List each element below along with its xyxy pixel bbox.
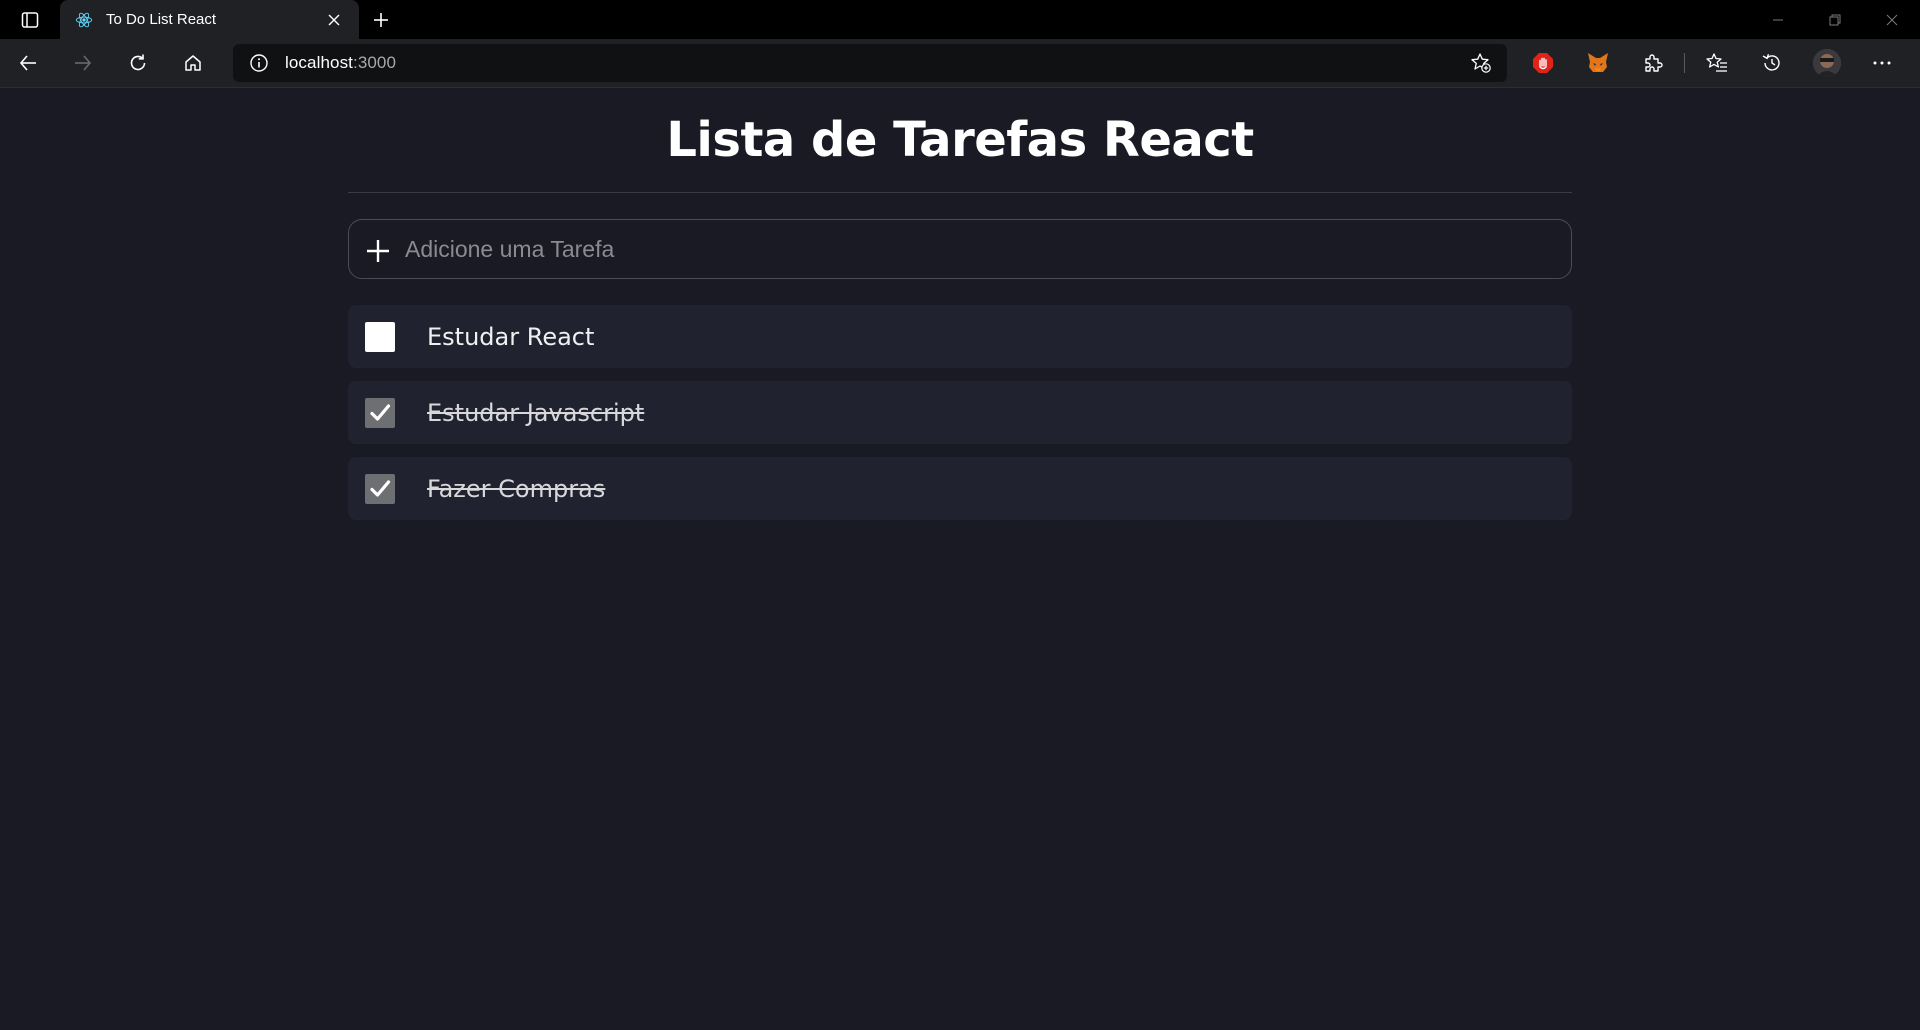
task-label[interactable]: Fazer Compras <box>427 475 605 503</box>
url-host: localhost <box>285 53 353 72</box>
more-button[interactable] <box>1854 39 1909 88</box>
close-icon <box>328 14 340 25</box>
close-window-button[interactable] <box>1863 0 1920 39</box>
metamask-extension-button[interactable] <box>1570 39 1625 88</box>
url-text[interactable]: localhost:3000 <box>285 53 1467 73</box>
browser-tab[interactable]: To Do List React <box>60 0 359 39</box>
close-icon <box>1886 14 1897 25</box>
restore-icon <box>1829 14 1840 25</box>
task-label[interactable]: Estudar Javascript <box>427 399 644 427</box>
favorites-button[interactable] <box>1689 39 1744 88</box>
history-button[interactable] <box>1744 39 1799 88</box>
minimize-button[interactable] <box>1749 0 1806 39</box>
home-button[interactable] <box>165 39 220 88</box>
checkmark-icon <box>370 479 391 497</box>
restore-button[interactable] <box>1806 0 1863 39</box>
browser-toolbar: localhost:3000 <box>0 39 1920 88</box>
task-item: Estudar Javascript <box>348 381 1572 444</box>
stop-extension-button[interactable] <box>1515 39 1570 88</box>
task-list: Estudar React Estudar Javascript Fazer C… <box>348 305 1572 520</box>
react-icon <box>74 10 94 30</box>
tab-actions-button[interactable] <box>0 0 60 39</box>
task-item: Estudar React <box>348 305 1572 368</box>
history-icon <box>1762 54 1780 71</box>
fox-icon <box>1587 53 1608 72</box>
task-checkbox[interactable] <box>365 473 395 504</box>
puzzle-icon <box>1644 54 1663 72</box>
info-icon[interactable] <box>247 51 271 75</box>
arrow-left-icon <box>19 55 36 71</box>
task-label[interactable]: Estudar React <box>427 323 594 351</box>
avatar <box>1812 49 1841 77</box>
profile-button[interactable] <box>1799 39 1854 88</box>
page-content: Lista de Tarefas React Estudar React <box>0 89 1920 1030</box>
tab-close-button[interactable] <box>323 9 345 31</box>
page-title: Lista de Tarefas React <box>666 112 1254 168</box>
browser-titlebar: To Do List React <box>0 0 1920 39</box>
minimize-icon <box>1772 19 1783 20</box>
more-icon <box>1873 61 1890 65</box>
add-task-input[interactable] <box>405 221 1571 277</box>
window-controls <box>1749 0 1920 39</box>
extensions-area <box>1515 39 1909 88</box>
favorites-icon <box>1705 53 1727 72</box>
new-tab-button[interactable] <box>359 0 403 39</box>
stop-hand-icon <box>1532 53 1553 73</box>
url-port: :3000 <box>353 53 397 72</box>
home-icon <box>184 55 201 71</box>
address-bar[interactable]: localhost:3000 <box>233 44 1507 82</box>
forward-button[interactable] <box>55 39 110 88</box>
checkmark-icon <box>370 403 391 421</box>
todo-container: Lista de Tarefas React Estudar React <box>348 89 1572 533</box>
reload-icon <box>130 54 145 71</box>
back-button[interactable] <box>0 39 55 88</box>
task-item: Fazer Compras <box>348 457 1572 520</box>
tab-title: To Do List React <box>106 11 217 28</box>
task-checkbox[interactable] <box>365 397 395 428</box>
tab-actions-icon <box>21 11 39 28</box>
plus-icon <box>363 236 393 266</box>
plus-icon <box>374 12 388 27</box>
star-add-icon[interactable] <box>1467 49 1495 77</box>
reload-button[interactable] <box>110 39 165 88</box>
task-checkbox[interactable] <box>365 321 395 352</box>
title-divider <box>348 192 1572 193</box>
add-task-field[interactable] <box>348 219 1572 279</box>
toolbar-separator <box>1684 53 1685 73</box>
arrow-right-icon <box>74 55 91 71</box>
extensions-button[interactable] <box>1625 39 1680 88</box>
